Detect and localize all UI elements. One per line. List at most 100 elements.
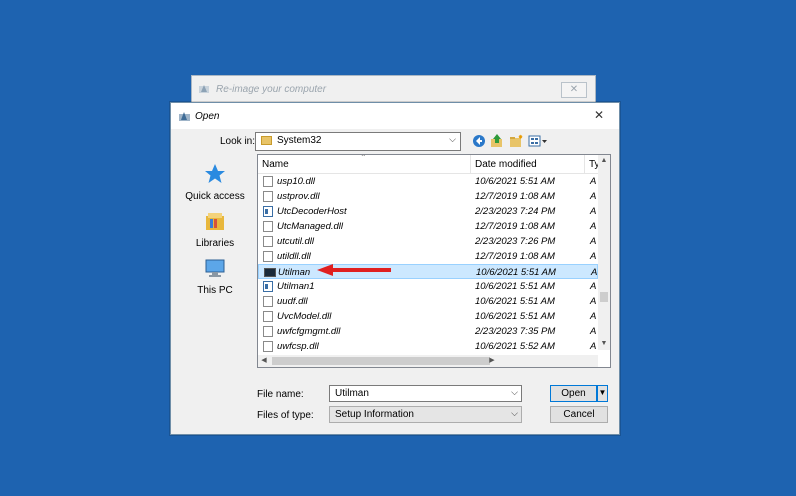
dialog-title: Open <box>195 111 220 122</box>
open-button[interactable]: Open <box>550 385 597 402</box>
vertical-scrollbar[interactable]: ▲ ▼ <box>598 155 610 350</box>
dialog-close-button[interactable]: ✕ <box>584 107 614 124</box>
file-name: utcutil.dll <box>277 236 314 247</box>
file-row[interactable]: usp10.dll 10/6/2021 5:51 AM A <box>258 174 598 189</box>
scroll-left-icon[interactable]: ◀ <box>258 355 270 367</box>
look-in-value: System32 <box>277 135 322 146</box>
file-row[interactable]: UtcDecoderHost 2/23/2023 7:24 PM A <box>258 204 598 219</box>
files-of-type-value: Setup Information <box>335 409 414 420</box>
file-name: uwfcsp.dll <box>277 341 319 352</box>
file-row[interactable]: utcutil.dll 2/23/2023 7:26 PM A <box>258 234 598 249</box>
computer-icon <box>205 259 225 277</box>
folder-icon <box>261 136 272 145</box>
file-row[interactable]: uwfcfgmgmt.dll 2/23/2023 7:35 PM A <box>258 324 598 339</box>
file-row[interactable]: utildll.dll 12/7/2019 1:08 AM A <box>258 249 598 264</box>
column-separator[interactable] <box>470 155 471 173</box>
up-folder-icon[interactable] <box>490 134 504 148</box>
dll-file-icon <box>263 296 273 307</box>
files-of-type-label: Files of type: <box>257 410 314 421</box>
place-this-pc[interactable]: This PC <box>177 257 253 296</box>
look-in-label: Look in: <box>220 136 256 147</box>
svg-text:✸: ✸ <box>518 134 523 141</box>
dll-file-icon <box>263 221 273 232</box>
dll-file-icon <box>263 341 273 352</box>
place-label: Libraries <box>195 238 235 249</box>
file-row[interactable]: uudf.dll 10/6/2021 5:51 AM A <box>258 294 598 309</box>
libraries-icon <box>206 213 224 230</box>
file-row[interactable]: Utilman1 10/6/2021 5:51 AM A <box>258 279 598 294</box>
look-in-dropdown[interactable]: System32 ⌵ <box>255 132 461 151</box>
scroll-down-icon[interactable]: ▼ <box>598 338 610 350</box>
file-date-modified: 2/23/2023 7:35 PM <box>475 326 556 337</box>
files-of-type-dropdown[interactable]: Setup Information ⌵ <box>329 406 522 423</box>
file-name: Utilman <box>278 267 311 278</box>
places-bar: Quick access Libraries This PC <box>177 155 253 385</box>
file-name: UtcManaged.dll <box>277 221 344 232</box>
back-icon[interactable] <box>472 134 486 148</box>
chevron-down-icon[interactable]: ⌵ <box>511 387 518 398</box>
sort-ascending-icon: ⌃ <box>360 154 367 162</box>
file-date-modified: 2/23/2023 7:26 PM <box>475 236 556 247</box>
file-date-modified: 10/6/2021 5:51 AM <box>475 296 555 307</box>
file-type: A <box>590 176 597 187</box>
application-icon <box>263 281 273 292</box>
file-name-input[interactable]: Utilman ⌵ <box>329 385 522 402</box>
column-date-modified[interactable]: Date modified <box>475 159 537 170</box>
dll-file-icon <box>263 251 273 262</box>
file-row[interactable]: Utilman 10/6/2021 5:51 AM A <box>258 264 598 279</box>
annotation-arrow <box>317 264 391 276</box>
open-options-button[interactable]: ▼ <box>597 385 608 402</box>
file-name: ustprov.dll <box>277 191 320 202</box>
file-type: A <box>590 296 597 307</box>
scroll-up-icon[interactable]: ▲ <box>598 155 610 167</box>
file-date-modified: 2/23/2023 7:24 PM <box>475 206 556 217</box>
application-icon <box>263 206 273 217</box>
file-rows: usp10.dll 10/6/2021 5:51 AM Austprov.dll 12… <box>258 174 598 367</box>
open-dialog-icon <box>179 112 190 121</box>
file-name: UvcModel.dll <box>277 311 332 322</box>
file-name: uwfcfgmgmt.dll <box>277 326 341 337</box>
file-date-modified: 12/7/2019 1:08 AM <box>475 251 555 262</box>
file-row[interactable]: UtcManaged.dll 12/7/2019 1:08 AM A <box>258 219 598 234</box>
dll-file-icon <box>263 311 273 322</box>
chevron-down-icon: ⌵ <box>449 134 456 144</box>
place-label: This PC <box>197 285 233 296</box>
dll-file-icon <box>263 326 273 337</box>
file-date-modified: 10/6/2021 5:51 AM <box>475 176 555 187</box>
file-row[interactable]: ustprov.dll 12/7/2019 1:08 AM A <box>258 189 598 204</box>
column-separator[interactable] <box>584 155 585 173</box>
place-quick-access[interactable]: Quick access <box>177 163 253 202</box>
file-date-modified: 12/7/2019 1:08 AM <box>475 191 555 202</box>
file-name-label: File name: <box>257 389 304 400</box>
file-type: A <box>590 326 597 337</box>
dll-file-icon <box>263 176 273 187</box>
chevron-down-icon: ⌵ <box>511 408 518 418</box>
column-name[interactable]: Name <box>262 159 289 170</box>
horizontal-scrollbar[interactable]: ◀ ▶ <box>258 355 598 367</box>
file-list[interactable]: ⌃ Name Date modified Ty usp10.dll 10/6/20… <box>257 154 611 368</box>
cancel-button[interactable]: Cancel <box>550 406 608 423</box>
file-type: A <box>590 281 597 292</box>
file-row[interactable]: UvcModel.dll 10/6/2021 5:51 AM A <box>258 309 598 324</box>
view-menu-icon[interactable] <box>528 134 548 148</box>
file-name: Utilman1 <box>277 281 315 292</box>
file-type: A <box>590 206 597 217</box>
new-folder-icon[interactable]: ✸ <box>509 134 523 148</box>
file-date-modified: 10/6/2021 5:51 AM <box>475 281 555 292</box>
scroll-thumb[interactable] <box>600 292 608 302</box>
file-type: A <box>591 267 598 278</box>
place-libraries[interactable]: Libraries <box>177 210 253 249</box>
background-close-button[interactable]: ✕ <box>561 82 587 98</box>
dll-file-icon <box>263 236 273 247</box>
file-date-modified: 10/6/2021 5:52 AM <box>475 341 555 352</box>
open-dialog: Open ✕ Look in: System32 ⌵ ✸ Quick acces… <box>170 102 620 435</box>
scroll-right-icon[interactable]: ▶ <box>486 355 498 367</box>
star-icon <box>205 164 225 183</box>
application-icon <box>264 268 276 277</box>
dll-file-icon <box>263 191 273 202</box>
file-date-modified: 12/7/2019 1:08 AM <box>475 221 555 232</box>
hscroll-thumb[interactable] <box>272 357 490 365</box>
file-type: A <box>590 236 597 247</box>
file-date-modified: 10/6/2021 5:51 AM <box>476 267 556 278</box>
file-row[interactable]: uwfcsp.dll 10/6/2021 5:52 AM A <box>258 339 598 354</box>
